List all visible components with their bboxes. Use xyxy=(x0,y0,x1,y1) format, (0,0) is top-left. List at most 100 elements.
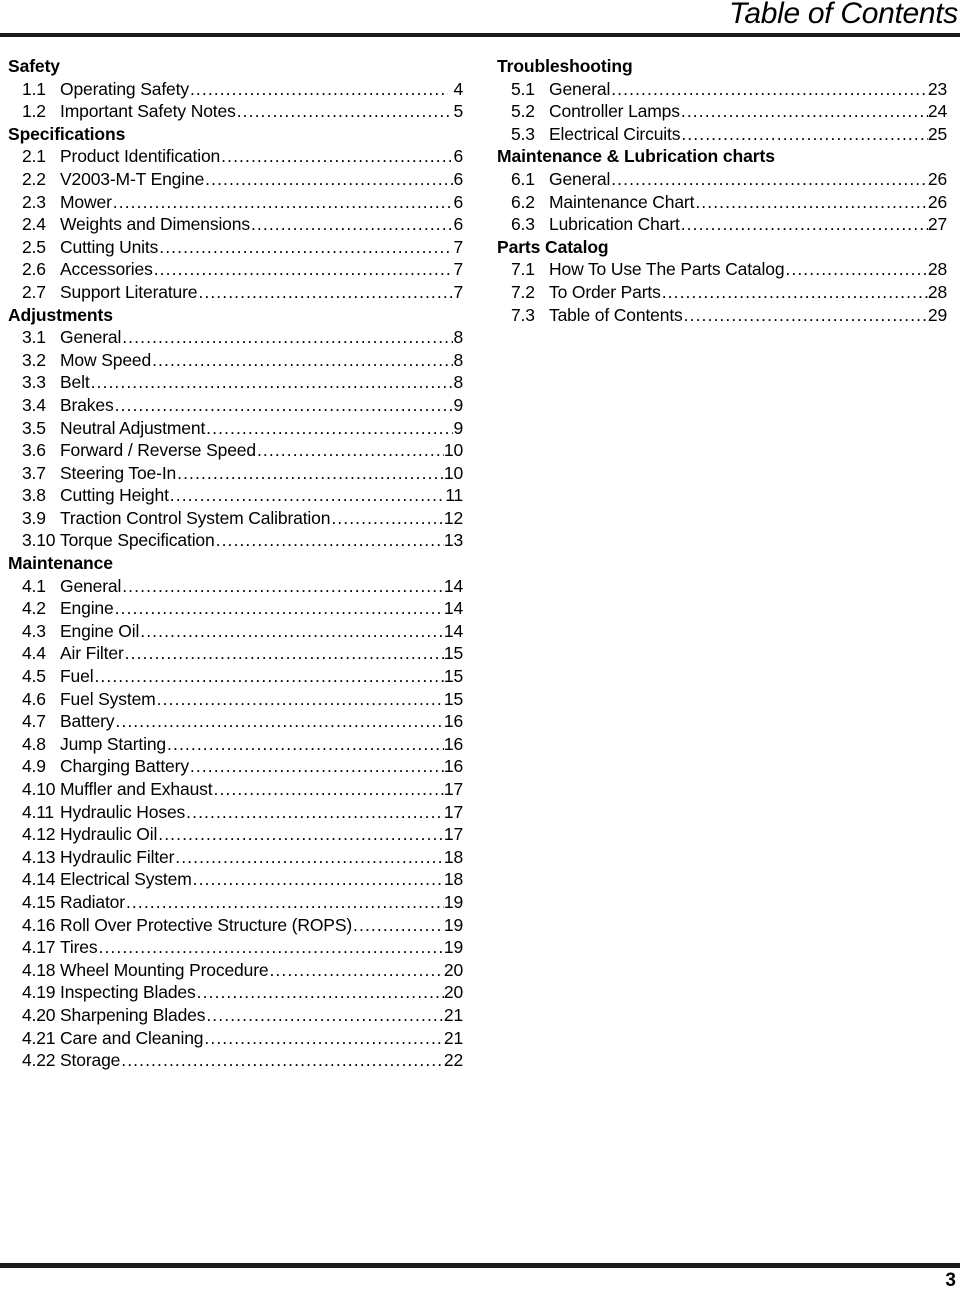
toc-entry-4-16[interactable]: 4.16 Roll Over Protective Structure (ROPS… xyxy=(8,914,463,937)
toc-entry-number: 4.18 xyxy=(22,959,56,980)
toc-entry-title: Engine Oil xyxy=(60,620,140,641)
toc-entry-6-3[interactable]: 6.3 Lubrication Chart....................… xyxy=(497,213,947,236)
dot-leader: ........................................… xyxy=(167,733,444,754)
toc-entry-7-2[interactable]: 7.2 To Order Parts.......................… xyxy=(497,281,947,304)
toc-entry-4-10[interactable]: 4.10 Muffler and Exhaust.................… xyxy=(8,778,463,801)
toc-entry-title: General xyxy=(549,168,611,189)
toc-entry-title: Belt xyxy=(60,372,90,393)
toc-section-heading-safety: Safety xyxy=(8,56,60,76)
toc-entry-page-number: 17 xyxy=(443,779,463,799)
toc-entry-page-number: 17 xyxy=(443,824,463,845)
toc-entry-6-2[interactable]: 6.2 Maintenance Chart....................… xyxy=(497,191,947,214)
dot-leader: ........................................… xyxy=(189,78,449,99)
toc-entry-4-4[interactable]: 4.4 Air Filter...........................… xyxy=(8,642,463,665)
toc-entry-number: 3.2 xyxy=(22,349,46,370)
toc-entry-page-number: 8 xyxy=(453,349,463,370)
toc-entry-page-number: 21 xyxy=(443,1004,463,1025)
dot-leader: ........................................… xyxy=(206,417,454,438)
toc-entry-4-14[interactable]: 4.14 Electrical System...................… xyxy=(8,868,463,891)
toc-entry-4-12[interactable]: 4.12 Hydraulic Oil.......................… xyxy=(8,823,463,846)
toc-entry-4-11[interactable]: 4.11 Hydraulic Hoses.....................… xyxy=(8,801,463,824)
toc-entry-number: 3.4 xyxy=(22,394,46,415)
toc-entry-4-20[interactable]: 4.20 Sharpening Blades...................… xyxy=(8,1004,463,1027)
toc-entry-3-9[interactable]: 3.9 Traction Control System Calibration..… xyxy=(8,507,463,530)
dot-leader: ........................................… xyxy=(115,711,444,732)
toc-entry-4-15[interactable]: 4.15 Radiator............................… xyxy=(8,891,463,914)
page-header: Table of Contents xyxy=(0,0,960,37)
toc-entry-number: 3.8 xyxy=(22,485,46,506)
toc-entry-page-number: 5 xyxy=(453,101,463,122)
toc-entry-2-1[interactable]: 2.1 Product Identification...............… xyxy=(8,145,463,168)
toc-entry-page-number: 16 xyxy=(443,733,463,754)
toc-entry-page-number: 16 xyxy=(443,756,463,777)
toc-entry-title: Fuel System xyxy=(60,688,156,709)
toc-entry-4-7[interactable]: 4.7 Battery..............................… xyxy=(8,710,463,733)
toc-entry-page-number: 8 xyxy=(453,372,463,393)
dot-leader: ........................................… xyxy=(250,214,454,235)
toc-entry-3-2[interactable]: 3.2 Mow Speed............................… xyxy=(8,349,463,372)
toc-entry-title: Steering Toe-In xyxy=(60,462,177,483)
toc-entry-4-17[interactable]: 4.17 Tires...............................… xyxy=(8,936,463,959)
toc-entry-title: Cutting Height xyxy=(60,485,169,506)
toc-entry-3-4[interactable]: 3.4 Brakes...............................… xyxy=(8,394,463,417)
dot-leader: ........................................… xyxy=(256,440,444,461)
toc-entry-6-1[interactable]: 6.1 General..............................… xyxy=(497,168,947,191)
toc-entry-4-9[interactable]: 4.9 Charging Battery.....................… xyxy=(8,755,463,778)
toc-entry-5-1[interactable]: 5.1 General..............................… xyxy=(497,78,947,101)
toc-entry-1-2[interactable]: 1.2 Important Safety Notes...............… xyxy=(8,100,463,123)
toc-entry-3-1[interactable]: 3.1 General..............................… xyxy=(8,326,463,349)
dot-leader: ........................................… xyxy=(158,824,444,845)
toc-entry-2-4[interactable]: 2.4 Weights and Dimensions...............… xyxy=(8,213,463,236)
toc-entry-4-2[interactable]: 4.2 Engine...............................… xyxy=(8,597,463,620)
dot-leader: ........................................… xyxy=(175,846,444,867)
toc-entry-3-3[interactable]: 3.3 Belt.................................… xyxy=(8,371,463,394)
dot-leader: ........................................… xyxy=(331,507,444,528)
toc-entry-page-number: 14 xyxy=(443,598,463,619)
toc-entry-4-13[interactable]: 4.13 Hydraulic Filter....................… xyxy=(8,846,463,869)
toc-entry-4-8[interactable]: 4.8 Jump Starting........................… xyxy=(8,733,463,756)
toc-entry-7-3[interactable]: 7.3 Table of Contents....................… xyxy=(497,304,947,327)
toc-entry-page-number: 9 xyxy=(453,417,463,438)
toc-entry-2-3[interactable]: 2.3 Mower................................… xyxy=(8,191,463,214)
toc-entry-4-5[interactable]: 4.5 Fuel.................................… xyxy=(8,665,463,688)
toc-entry-3-8[interactable]: 3.8 Cutting Height.......................… xyxy=(8,484,463,507)
dot-leader: ........................................… xyxy=(192,869,444,890)
toc-entry-4-6[interactable]: 4.6 Fuel System..........................… xyxy=(8,688,463,711)
toc-entry-number: 5.2 xyxy=(511,101,535,122)
toc-entry-4-1[interactable]: 4.1 General..............................… xyxy=(8,575,463,598)
toc-entry-4-3[interactable]: 4.3 Engine Oil...........................… xyxy=(8,620,463,643)
toc-entry-title: Hydraulic Filter xyxy=(60,846,175,867)
toc-entry-4-22[interactable]: 4.22 Storage.............................… xyxy=(8,1049,463,1072)
toc-entry-5-3[interactable]: 5.3 Electrical Circuits..................… xyxy=(497,123,947,146)
toc-entry-3-5[interactable]: 3.5 Neutral Adjustment...................… xyxy=(8,417,463,440)
toc-entry-3-6[interactable]: 3.6 Forward / Reverse Speed..............… xyxy=(8,439,463,462)
dot-leader: ........................................… xyxy=(213,779,444,799)
toc-entry-2-7[interactable]: 2.7 Support Literature...................… xyxy=(8,281,463,304)
toc-entry-page-number: 6 xyxy=(453,214,463,235)
toc-entry-2-2[interactable]: 2.2 V2003-M-T Engine.....................… xyxy=(8,168,463,191)
toc-entry-3-7[interactable]: 3.7 Steering Toe-In......................… xyxy=(8,462,463,485)
dot-leader: ........................................… xyxy=(122,327,454,348)
toc-section-heading-maintenance-lubrication-charts: Maintenance & Lubrication charts xyxy=(497,146,775,167)
toc-entry-number: 3.3 xyxy=(22,372,46,393)
toc-entry-number: 3.5 xyxy=(22,417,46,438)
dot-leader: ........................................… xyxy=(159,236,453,257)
toc-entry-5-2[interactable]: 5.2 Controller Lamps.....................… xyxy=(497,100,947,123)
toc-entry-2-5[interactable]: 2.5 Cutting Units........................… xyxy=(8,236,463,259)
toc-entry-4-19[interactable]: 4.19 Inspecting Blades...................… xyxy=(8,981,463,1004)
toc-entry-number: 4.14 xyxy=(22,869,56,890)
toc-entry-4-18[interactable]: 4.18 Wheel Mounting Procedure............… xyxy=(8,959,463,982)
toc-entry-1-1[interactable]: 1.1 Operating Safety.....................… xyxy=(8,78,463,101)
dot-leader: ........................................… xyxy=(695,191,928,212)
toc-entry-7-1[interactable]: 7.1 How To Use The Parts Catalog.........… xyxy=(497,258,947,281)
toc-entry-title: General xyxy=(60,575,122,596)
toc-entry-number: 4.9 xyxy=(22,756,46,777)
toc-entry-title: General xyxy=(549,78,611,99)
dot-leader: ........................................… xyxy=(189,756,444,777)
toc-entry-title: Important Safety Notes xyxy=(60,101,236,122)
toc-entry-3-10[interactable]: 3.10 Torque Specification................… xyxy=(8,529,463,552)
dot-leader: ........................................… xyxy=(90,372,454,393)
toc-entry-4-21[interactable]: 4.21 Care and Cleaning...................… xyxy=(8,1027,463,1050)
toc-entry-2-6[interactable]: 2.6 Accessories..........................… xyxy=(8,258,463,281)
footer-page-number: 3 xyxy=(945,1270,956,1291)
